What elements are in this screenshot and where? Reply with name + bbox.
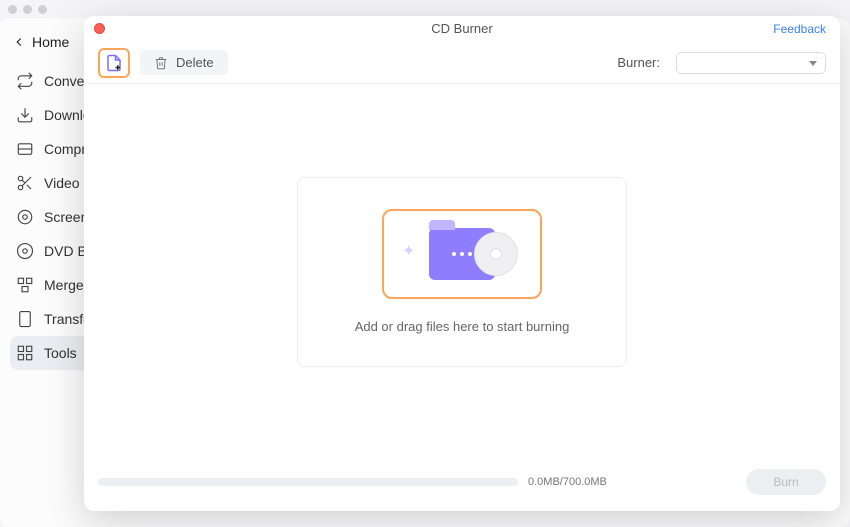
home-label: Home [32,34,69,50]
transfer-icon [16,310,34,328]
scissors-icon [16,174,34,192]
drop-zone[interactable]: ✦ Add or drag files here to start burnin… [297,177,627,367]
mac-max-dot[interactable] [38,5,47,14]
grid-icon [16,344,34,362]
feedback-link[interactable]: Feedback [773,22,826,36]
record-icon [16,208,34,226]
sidebar-item-label: Tools [44,345,77,361]
compress-icon [16,140,34,158]
drop-illustration: ✦ [382,209,542,299]
sparkle-icon: ✦ [402,241,415,261]
modal-titlebar: CD Burner Feedback [84,16,840,42]
drop-hint: Add or drag files here to start burning [355,319,570,334]
modal-body: ✦ Add or drag files here to start burnin… [84,84,840,459]
disc-graphic [474,232,518,276]
size-text: 0.0MB/700.0MB [528,476,607,488]
size-progress-bar [98,478,518,486]
file-plus-icon [105,54,123,72]
trash-icon [154,56,168,70]
add-file-button[interactable] [98,48,130,78]
burn-button[interactable]: Burn [746,469,826,495]
burner-select[interactable] [676,52,826,74]
sidebar-item-label: Merger [44,277,88,293]
modal-footer: 0.0MB/700.0MB Burn [84,459,840,511]
chevron-left-icon [12,35,26,49]
converter-icon [16,72,34,90]
burner-label: Burner: [617,55,660,70]
modal-toolbar: Delete Burner: [84,42,840,84]
mac-min-dot[interactable] [23,5,32,14]
modal-title: CD Burner [431,21,492,36]
cd-burner-modal: CD Burner Feedback Delete Burner: ✦ Add … [84,16,840,511]
delete-button[interactable]: Delete [140,50,228,75]
disc-icon [16,242,34,260]
modal-close-button[interactable] [94,23,105,34]
delete-label: Delete [176,55,214,70]
download-icon [16,106,34,124]
merge-icon [16,276,34,294]
mac-close-dot[interactable] [8,5,17,14]
